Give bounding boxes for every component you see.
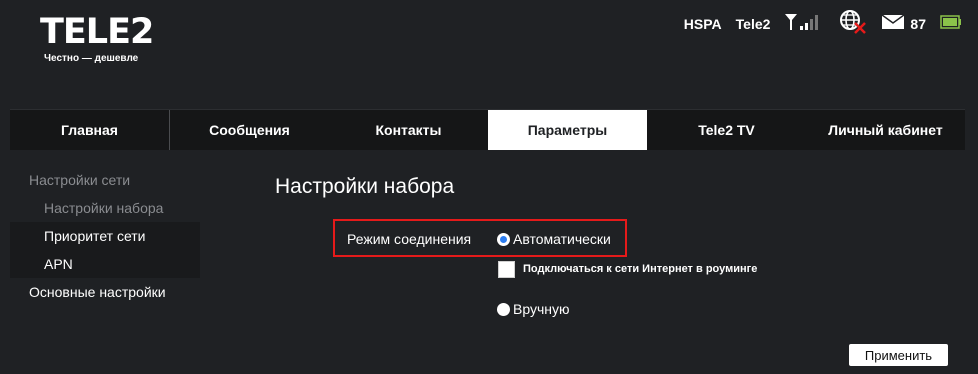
signal-strength-icon <box>784 13 824 36</box>
globe-disconnected-icon <box>838 9 868 40</box>
sidebar: Настройки сети Настройки набора Приорите… <box>10 166 200 306</box>
tab-settings[interactable]: Параметры <box>488 110 647 150</box>
operator-name: Tele2 <box>735 16 771 32</box>
status-bar: HSPA Tele2 87 <box>683 9 962 36</box>
sidebar-item-apn[interactable]: APN <box>10 250 200 278</box>
apply-button[interactable]: Применить <box>849 344 948 366</box>
logo-slogan: Честно — дешевле <box>44 53 139 64</box>
network-type: HSPA <box>683 16 722 32</box>
roaming-checkbox[interactable] <box>498 261 515 278</box>
connection-mode-label: Режим соединения <box>347 231 472 247</box>
mail-count: 87 <box>910 16 926 32</box>
logo-text: TELE2 <box>40 12 154 52</box>
sidebar-item-network-priority[interactable]: Приоритет сети <box>10 222 200 250</box>
auto-mode-label[interactable]: Автоматически <box>513 231 611 247</box>
envelope-icon <box>881 13 905 34</box>
tab-home[interactable]: Главная <box>10 110 170 150</box>
header: TELE2 Честно — дешевле HSPA Tele2 87 <box>0 0 978 88</box>
sidebar-item-network-settings[interactable]: Настройки сети <box>10 166 200 194</box>
manual-mode-radio[interactable] <box>497 303 510 316</box>
battery-icon <box>940 14 962 34</box>
roaming-checkbox-label[interactable]: Подключаться к сети Интернет в роуминге <box>523 263 757 275</box>
sidebar-item-dial-settings[interactable]: Настройки набора <box>10 194 200 222</box>
page-title: Настройки набора <box>275 175 455 198</box>
tele2-logo[interactable]: TELE2 Честно — дешевле <box>40 12 154 64</box>
main-navigation: Главная Сообщения Контакты Параметры Tel… <box>10 109 965 150</box>
tab-contacts[interactable]: Контакты <box>329 110 488 150</box>
tab-personal-account[interactable]: Личный кабинет <box>806 110 965 150</box>
mail-indicator[interactable]: 87 <box>881 13 926 34</box>
sidebar-item-basic-settings[interactable]: Основные настройки <box>10 278 200 306</box>
tab-messages[interactable]: Сообщения <box>170 110 329 150</box>
manual-mode-label[interactable]: Вручную <box>513 301 570 317</box>
auto-mode-radio[interactable] <box>497 233 510 246</box>
tab-tele2-tv[interactable]: Tele2 TV <box>647 110 806 150</box>
